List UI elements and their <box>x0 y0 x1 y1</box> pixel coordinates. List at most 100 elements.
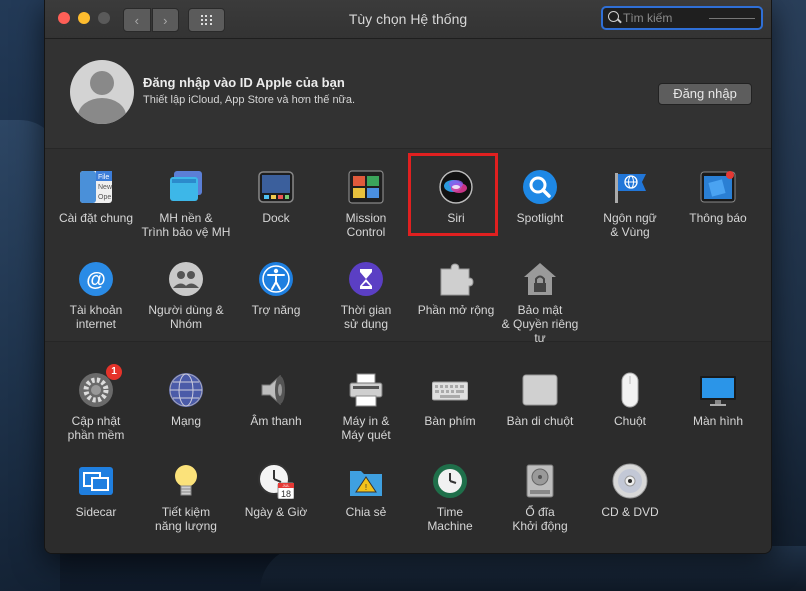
svg-text:@: @ <box>86 269 106 291</box>
pref-label: Time Machine <box>427 505 473 533</box>
preferences-section-hardware: 1 Cập nhật phần mềm Mạng Âm thanh Máy in… <box>45 342 771 553</box>
pref-label: Ngôn ngữ & Vùng <box>603 211 657 239</box>
pref-label: Người dùng & Nhóm <box>148 303 224 331</box>
system-preferences-window: ‹ › Tùy chọn Hệ thống Đăng nhập vào ID A… <box>44 0 772 554</box>
pref-label: Âm thanh <box>250 414 302 428</box>
svg-text:JUL: JUL <box>282 483 290 488</box>
pref-accessibility[interactable]: Trợ năng <box>231 261 321 317</box>
pref-label: Dock <box>262 211 290 225</box>
pref-sharing[interactable]: ! Chia sẻ <box>321 463 411 519</box>
update-badge: 1 <box>106 364 122 380</box>
sign-in-button[interactable]: Đăng nhập <box>658 83 752 105</box>
desktop-wallpaper-right <box>766 0 806 591</box>
pref-time-machine[interactable]: Time Machine <box>405 463 495 533</box>
date-time-icon: JUL 18 <box>258 463 295 500</box>
pref-label: Siri <box>447 211 465 225</box>
pref-desktop-screensaver[interactable]: MH nền & Trình bảo vệ MH <box>141 169 231 239</box>
spotlight-icon <box>522 169 558 205</box>
pref-sound[interactable]: Âm thanh <box>231 372 321 428</box>
pref-date-time[interactable]: JUL 18 Ngày & Giờ <box>231 463 321 519</box>
siri-icon <box>438 169 474 205</box>
sound-icon <box>258 372 294 408</box>
pref-label: Bàn phím <box>424 414 476 428</box>
users-groups-icon <box>168 261 204 297</box>
printers-scanners-icon <box>348 372 384 408</box>
pref-label: Ngày & Giờ <box>244 505 308 519</box>
dock-icon <box>258 169 294 205</box>
cd-dvd-icon <box>612 463 648 499</box>
pref-cd-dvd[interactable]: CD & DVD <box>585 463 675 519</box>
pref-label: Mission Control <box>345 211 387 239</box>
pref-label: Máy in & Máy quét <box>341 414 391 442</box>
pref-label: Cập nhật phần mềm <box>67 414 125 442</box>
mission-control-icon <box>348 169 384 205</box>
pref-label: Phần mở rộng <box>417 303 495 317</box>
pref-security-privacy[interactable]: Bảo mật & Quyền riêng tư <box>495 261 585 345</box>
search-icon <box>608 11 619 22</box>
apple-id-subtitle: Thiết lập iCloud, App Store và hơn thế n… <box>143 94 356 106</box>
svg-text:File: File <box>98 174 109 181</box>
pref-label: MH nền & Trình bảo vệ MH <box>141 211 231 239</box>
apple-id-section: Đăng nhập vào ID Apple của bạn Thiết lập… <box>45 38 771 149</box>
pref-mouse[interactable]: Chuột <box>585 372 675 428</box>
startup-disk-icon <box>522 463 558 499</box>
pref-general[interactable]: File New Ope Cài đặt chung <box>51 169 141 225</box>
mouse-icon <box>612 372 648 408</box>
pref-keyboard[interactable]: Bàn phím <box>405 372 495 428</box>
sharing-icon: ! <box>348 463 384 499</box>
pref-label: Chia sẻ <box>345 505 387 519</box>
avatar[interactable] <box>70 60 134 124</box>
security-privacy-icon <box>522 261 558 297</box>
pref-siri[interactable]: Siri <box>411 169 501 225</box>
pref-language-region[interactable]: Ngôn ngữ & Vùng <box>585 169 675 239</box>
displays-icon <box>700 372 736 408</box>
pref-energy-saver[interactable]: Tiết kiệm năng lượng <box>141 463 231 533</box>
pref-internet-accounts[interactable]: @ Tài khoản internet <box>51 261 141 331</box>
svg-text:Ope: Ope <box>98 194 111 201</box>
time-machine-icon <box>432 463 468 499</box>
energy-saver-icon <box>168 463 204 499</box>
pref-trackpad[interactable]: Bàn di chuột <box>495 372 585 428</box>
extensions-icon <box>438 261 474 297</box>
notifications-icon <box>700 169 736 205</box>
pref-label: Ổ đĩa Khởi động <box>512 505 568 533</box>
pref-startup-disk[interactable]: Ổ đĩa Khởi động <box>495 463 585 533</box>
pref-label: Trợ năng <box>251 303 301 317</box>
pref-label: Sidecar <box>75 505 117 519</box>
pref-software-update[interactable]: 1 Cập nhật phần mềm <box>51 364 141 442</box>
desktop-screensaver-icon <box>168 169 204 205</box>
pref-label: Bàn di chuột <box>506 414 574 428</box>
pref-spotlight[interactable]: Spotlight <box>495 169 585 225</box>
software-update-icon: 1 <box>78 364 122 408</box>
apple-id-title: Đăng nhập vào ID Apple của bạn <box>143 75 345 90</box>
svg-text:18: 18 <box>281 489 291 499</box>
pref-label: Tiết kiệm năng lượng <box>155 505 217 533</box>
pref-network[interactable]: Mạng <box>141 372 231 428</box>
trackpad-icon <box>522 372 558 408</box>
title-bar: ‹ › Tùy chọn Hệ thống <box>45 0 771 39</box>
sidecar-icon <box>78 463 114 499</box>
pref-label: Chuột <box>613 414 647 428</box>
pref-mission-control[interactable]: Mission Control <box>321 169 411 239</box>
pref-label: Màn hình <box>692 414 744 428</box>
pref-label: Thời gian sử dụng <box>340 303 392 331</box>
pref-displays[interactable]: Màn hình <box>673 372 763 428</box>
pref-sidecar[interactable]: Sidecar <box>51 463 141 519</box>
accessibility-icon <box>258 261 294 297</box>
pref-users-groups[interactable]: Người dùng & Nhóm <box>141 261 231 331</box>
search-field[interactable] <box>601 6 763 30</box>
preferences-section-personal: File New Ope Cài đặt chung MH nền & Trình … <box>45 149 771 345</box>
pref-label: CD & DVD <box>601 505 659 519</box>
pref-notifications[interactable]: Thông báo <box>673 169 763 225</box>
pref-label: Thông báo <box>689 211 747 225</box>
pref-label: Cài đặt chung <box>58 211 134 225</box>
pref-dock[interactable]: Dock <box>231 169 321 225</box>
pref-label: Bảo mật & Quyền riêng tư <box>501 303 579 345</box>
pref-label: Tài khoản internet <box>69 303 123 331</box>
svg-text:!: ! <box>365 483 367 492</box>
pref-printers-scanners[interactable]: Máy in & Máy quét <box>321 372 411 442</box>
network-icon <box>168 372 204 408</box>
pref-extensions[interactable]: Phần mở rộng <box>411 261 501 317</box>
svg-text:New: New <box>98 184 113 191</box>
pref-screen-time[interactable]: Thời gian sử dụng <box>321 261 411 331</box>
